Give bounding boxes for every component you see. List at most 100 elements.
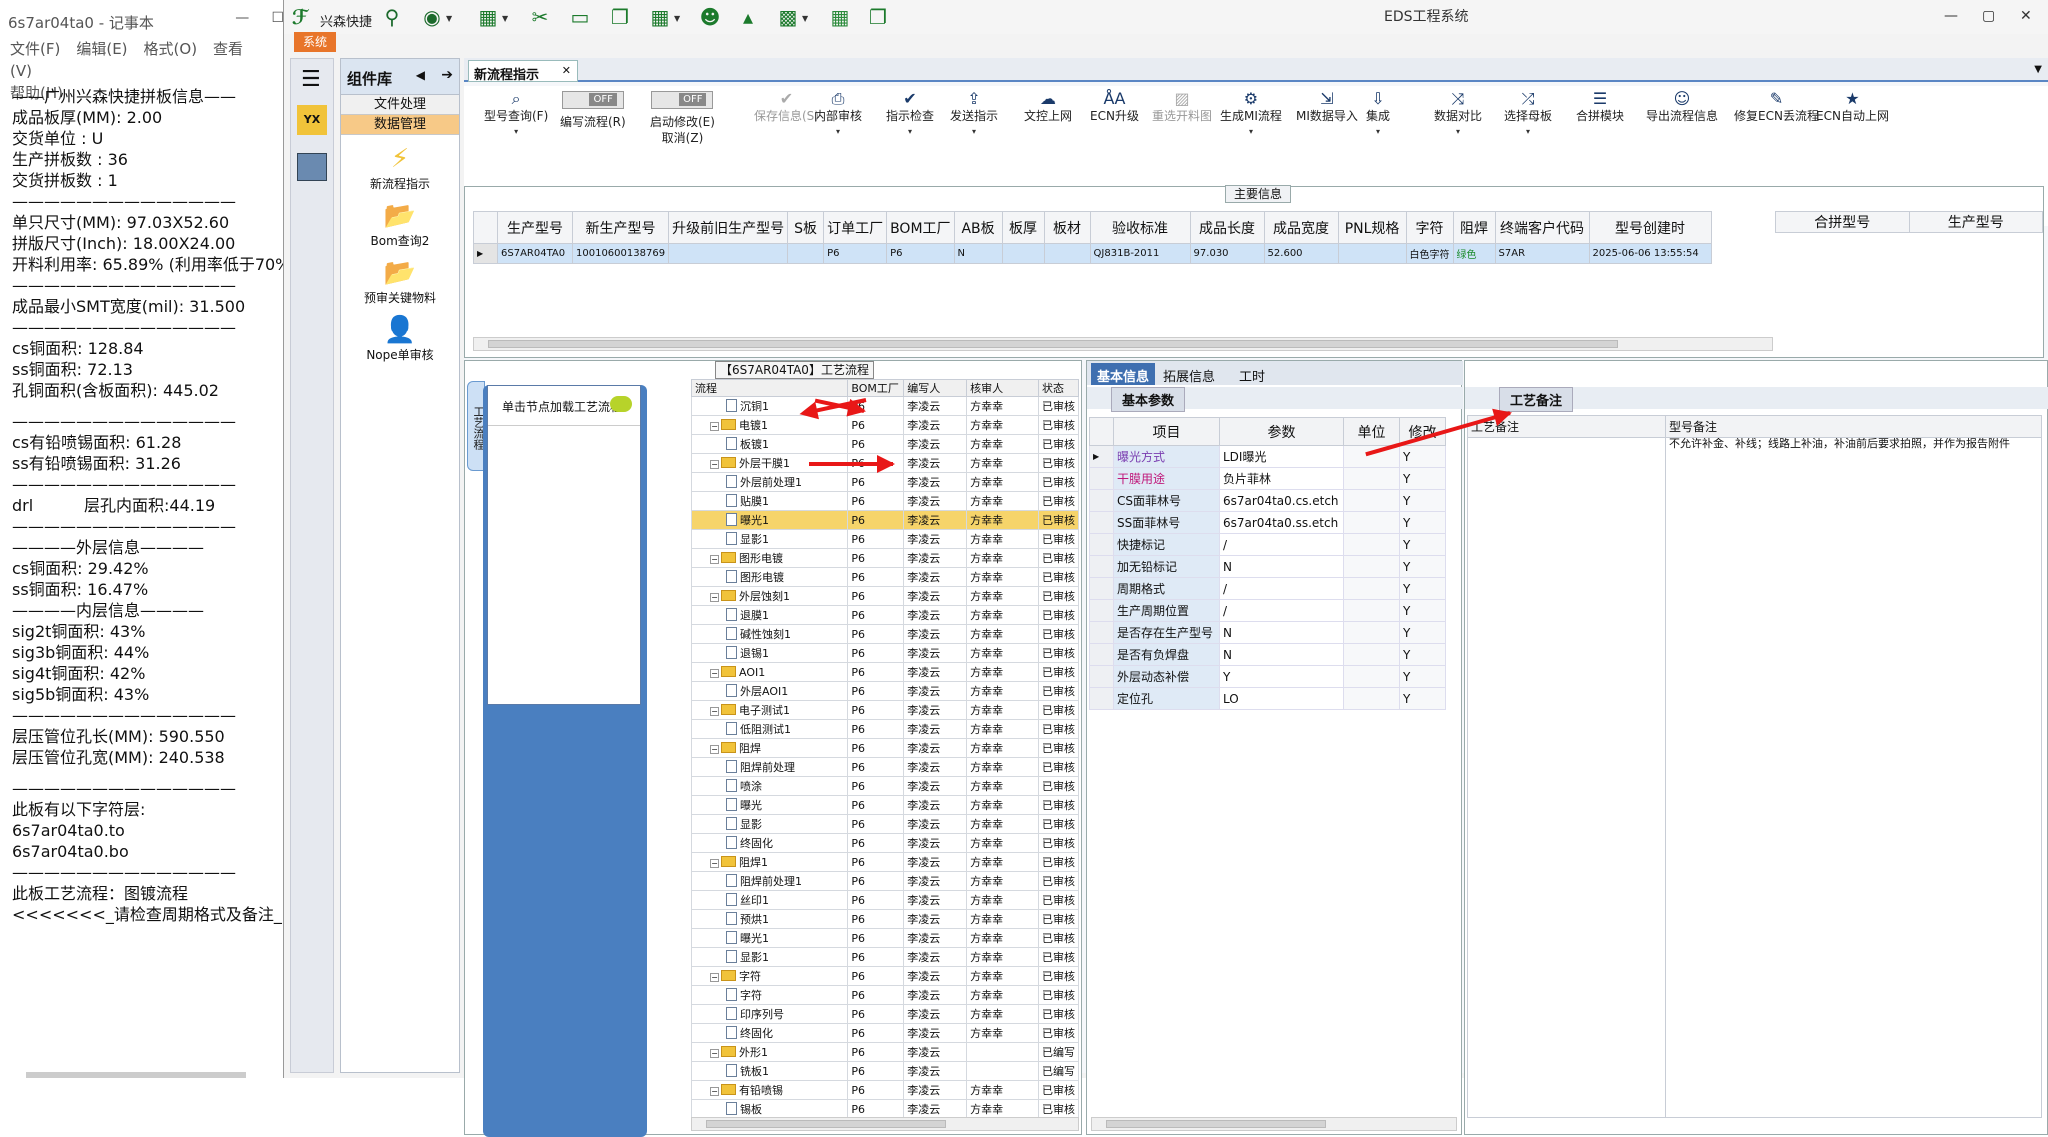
toolbar-button-6[interactable]: ✔ 指示检查 ▾: [886, 90, 934, 140]
param-u[interactable]: [1343, 489, 1400, 512]
component-1[interactable]: 📂 Bom查询2: [341, 200, 459, 249]
param-m[interactable]: Y: [1399, 687, 1446, 710]
maximize-button[interactable]: ▢: [1982, 8, 1995, 24]
param-v[interactable]: N: [1219, 643, 1344, 666]
column-header[interactable]: 订单工厂: [823, 211, 888, 244]
table-cell[interactable]: 97.030: [1189, 243, 1265, 264]
flow-tree-row[interactable]: 阻焊前处理 P6 李凌云 方幸幸 已审核: [691, 757, 1079, 777]
param-u[interactable]: [1343, 687, 1400, 710]
column-header[interactable]: 成品宽度: [1263, 211, 1339, 244]
table-cell[interactable]: [1001, 243, 1045, 264]
node-card-caption[interactable]: 单击节点加载工艺流程: [488, 386, 640, 426]
flow-tree-row[interactable]: 阻焊前处理1 P6 李凌云 方幸幸 已审核: [691, 871, 1079, 891]
param-v[interactable]: 6s7ar04ta0.cs.etch: [1219, 489, 1344, 512]
param-m[interactable]: Y: [1399, 533, 1446, 556]
table-cell[interactable]: 绿色: [1452, 243, 1496, 264]
flow-tree-row[interactable]: − 外形1 P6 李凌云 已编写: [691, 1042, 1079, 1062]
toolbar-button-5[interactable]: ⎙ 内部审核 ▾: [814, 90, 862, 140]
flow-tree-row[interactable]: 曝光1 P6 李凌云 方幸幸 已审核: [691, 510, 1079, 530]
area-chart-icon[interactable]: ▴: [736, 6, 760, 28]
flow-tree-row[interactable]: 板镀1 P6 李凌云 方幸幸 已审核: [691, 434, 1079, 454]
flow-tree-row[interactable]: 显影1 P6 李凌云 方幸幸 已审核: [691, 529, 1079, 549]
flow-node[interactable]: − 图形电镀: [691, 548, 849, 568]
flow-column-header[interactable]: 核审人: [966, 379, 1039, 397]
toolbar-button-2[interactable]: OFF 启动修改(E) 取消(Z): [650, 90, 715, 146]
param-u[interactable]: [1343, 665, 1400, 688]
column-header[interactable]: 生产型号: [497, 211, 573, 244]
basic-column-header[interactable]: 项目: [1113, 417, 1220, 446]
flow-node[interactable]: 碱性蚀刻1: [691, 624, 849, 644]
toolbar-button-18[interactable]: ✎ 修复ECN丢流程: [1734, 90, 1819, 124]
column-header[interactable]: 板材: [1043, 211, 1091, 244]
table-cell[interactable]: 白色字符: [1405, 243, 1454, 264]
basic-param-row[interactable]: 生产周期位置 / Y: [1089, 599, 1446, 622]
collapse-toggle-icon[interactable]: −: [710, 745, 719, 754]
chevron-down-icon[interactable]: ▼: [802, 14, 808, 23]
table-icon[interactable]: ▦: [476, 6, 500, 28]
flow-node[interactable]: 锡板: [691, 1099, 849, 1119]
table-cell[interactable]: 2025-06-06 13:55:54: [1588, 243, 1712, 264]
flow-node[interactable]: − 外层蚀刻1: [691, 586, 849, 606]
film-icon[interactable]: ▭: [568, 6, 592, 28]
toolbar-button-9[interactable]: ÅA ECN升级: [1090, 90, 1139, 124]
param-u[interactable]: [1343, 533, 1400, 556]
param-v[interactable]: /: [1219, 533, 1344, 556]
basic-param-row[interactable]: CS面菲林号 6s7ar04ta0.cs.etch Y: [1089, 489, 1446, 512]
param-u[interactable]: [1343, 577, 1400, 600]
basic-param-row[interactable]: 干膜用途 负片菲林 Y: [1089, 467, 1446, 490]
collapse-toggle-icon[interactable]: −: [710, 422, 719, 431]
flow-tree-row[interactable]: 终固化 P6 李凌云 方幸幸 已审核: [691, 833, 1079, 853]
table-cell[interactable]: [1337, 243, 1407, 264]
flow-node[interactable]: − 电镀1: [691, 415, 849, 435]
table-cell[interactable]: P6: [823, 243, 888, 264]
collapse-toggle-icon[interactable]: −: [710, 973, 719, 982]
flow-node[interactable]: 退膜1: [691, 605, 849, 625]
table-cell[interactable]: 10010600138769: [571, 243, 670, 264]
notepad-menu-item[interactable]: 文件(F): [10, 40, 60, 58]
component-3[interactable]: 👤 Nope单审核: [341, 314, 459, 363]
flow-tree-row[interactable]: − 电镀1 P6 李凌云 方幸幸 已审核: [691, 415, 1079, 435]
flow-tree-row[interactable]: 碱性蚀刻1 P6 李凌云 方幸幸 已审核: [691, 624, 1079, 644]
basic-param-row[interactable]: 定位孔 LO Y: [1089, 687, 1446, 710]
flow-tree-row[interactable]: 退锡1 P6 李凌云 方幸幸 已审核: [691, 643, 1079, 663]
notepad-text-area[interactable]: ——广州兴森快捷拼板信息—— 成品板厚(MM): 2.00 交货单位 : U 生产拼板…: [12, 86, 283, 925]
flow-column-header[interactable]: BOM工厂: [847, 379, 905, 397]
flow-tree-row[interactable]: − AOI1 P6 李凌云 方幸幸 已审核: [691, 662, 1079, 682]
basic-param-row[interactable]: 外层动态补偿 Y Y: [1089, 665, 1446, 688]
flow-tree-row[interactable]: 外层前处理1 P6 李凌云 方幸幸 已审核: [691, 472, 1079, 492]
chevron-down-icon[interactable]: ▾: [1366, 124, 1390, 140]
basic-param-row[interactable]: 快捷标记 / Y: [1089, 533, 1446, 556]
collapse-toggle-icon[interactable]: −: [710, 555, 719, 564]
table-cell[interactable]: N: [953, 243, 1003, 264]
column-header[interactable]: 终端客户代码: [1494, 211, 1590, 244]
param-m[interactable]: Y: [1399, 467, 1446, 490]
flow-tree-row[interactable]: 显影1 P6 李凌云 方幸幸 已审核: [691, 947, 1079, 967]
flow-node[interactable]: 丝印1: [691, 890, 849, 910]
basic-param-row[interactable]: 周期格式 / Y: [1089, 577, 1446, 600]
toolbar-button-14[interactable]: ⤨ 数据对比 ▾: [1434, 90, 1482, 140]
tab-work-hours[interactable]: 工时: [1233, 363, 1271, 385]
param-v[interactable]: Y: [1219, 665, 1344, 688]
search-icon[interactable]: ⚲: [380, 6, 404, 28]
column-header[interactable]: 型号创建时: [1588, 211, 1712, 244]
flow-tree-row[interactable]: 沉铜1P6李凌云方幸幸已审核: [691, 396, 1079, 416]
flow-node[interactable]: 阻焊前处理: [691, 757, 849, 777]
param-m[interactable]: Y: [1399, 643, 1446, 666]
param-v[interactable]: LDI曝光: [1219, 445, 1344, 468]
basic-param-row[interactable]: 是否有负焊盘 N Y: [1089, 643, 1446, 666]
flow-node[interactable]: − 外形1: [691, 1042, 849, 1062]
system-tab[interactable]: 系统: [294, 32, 336, 52]
param-m[interactable]: Y: [1399, 599, 1446, 622]
model-notes-cell[interactable]: 不允许补金、补线；线路上补油，补油前后要求拍照，并作为报告附件: [1665, 437, 2042, 1118]
toolbar-button-7[interactable]: ⇪ 发送指示 ▾: [950, 90, 998, 140]
flow-node[interactable]: − 阻焊1: [691, 852, 849, 872]
param-u[interactable]: [1343, 599, 1400, 622]
flow-tree-row[interactable]: 曝光 P6 李凌云 方幸幸 已审核: [691, 795, 1079, 815]
basic-column-header[interactable]: 单位: [1343, 417, 1400, 446]
flow-tree-row[interactable]: − 字符 P6 李凌云 方幸幸 已审核: [691, 966, 1079, 986]
close-tab-icon[interactable]: ✕: [562, 64, 571, 77]
flow-tree-row[interactable]: 喷涂 P6 李凌云 方幸幸 已审核: [691, 776, 1079, 796]
flow-node[interactable]: 印序列号: [691, 1004, 849, 1024]
flow-node[interactable]: 喷涂: [691, 776, 849, 796]
basic-param-row[interactable]: 是否存在生产型号 N Y: [1089, 621, 1446, 644]
